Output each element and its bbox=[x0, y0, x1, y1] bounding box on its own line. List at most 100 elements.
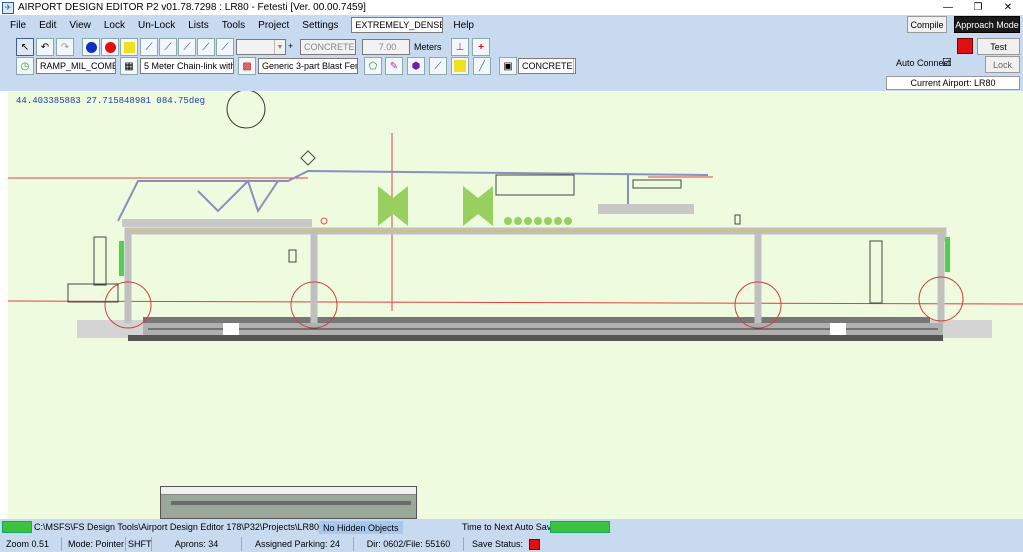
fence-type-select[interactable]: 5 Meter Chain-link with wire ▼ bbox=[140, 58, 234, 74]
trees bbox=[378, 186, 572, 226]
cursor-icon: ↖ bbox=[20, 41, 30, 53]
pentagon-icon: ⬠ bbox=[368, 60, 378, 72]
shift-indicator: SHFT bbox=[128, 537, 152, 551]
test-button[interactable]: Test bbox=[977, 38, 1020, 55]
taxi-line-tool-1[interactable]: ⟋ bbox=[140, 38, 158, 56]
menu-lock[interactable]: Lock bbox=[104, 20, 125, 31]
compile-button[interactable]: Compile bbox=[907, 16, 947, 33]
parking-tool-button[interactable]: ◷ bbox=[16, 57, 34, 75]
plus-icon[interactable]: + bbox=[288, 41, 293, 51]
blue-node-button[interactable] bbox=[82, 38, 100, 56]
taxi-path bbox=[197, 179, 279, 214]
blast-fence-tool-button[interactable]: ▩ bbox=[238, 57, 256, 75]
apron bbox=[122, 219, 312, 227]
menu-tools[interactable]: Tools bbox=[222, 20, 245, 31]
line-tool-button[interactable]: ⟋ bbox=[429, 57, 447, 75]
save-status-indicator bbox=[529, 538, 541, 550]
building bbox=[869, 240, 883, 304]
taxi-line-tool-3[interactable]: ⟋ bbox=[178, 38, 196, 56]
restore-button[interactable]: ❐ bbox=[963, 0, 993, 15]
chevron-down-icon: ▼ bbox=[354, 40, 355, 54]
title-bar: ✈ AIRPORT DESIGN EDITOR P2 v01.78.7298 :… bbox=[0, 0, 1023, 15]
minimap-toolbar bbox=[161, 487, 416, 495]
taxi-name-select[interactable]: ▼ bbox=[236, 39, 286, 55]
density-select[interactable]: EXTREMELY_DENSE ▼ bbox=[351, 17, 444, 33]
taxi-line-tool-2[interactable]: ⟋ bbox=[159, 38, 177, 56]
ruler-button[interactable]: ⊥ bbox=[451, 38, 469, 56]
menu-help[interactable]: Help bbox=[453, 20, 474, 31]
pen-icon: ✎ bbox=[389, 60, 399, 72]
parking-spots bbox=[119, 237, 950, 276]
minimap[interactable] bbox=[160, 486, 417, 519]
ramp-type-select[interactable]: RAMP_MIL_COMBAT ▼ bbox=[36, 58, 116, 74]
checker-icon: ▩ bbox=[242, 60, 252, 72]
status-indicator bbox=[957, 38, 973, 54]
building bbox=[93, 236, 107, 286]
apron-surface-select[interactable]: CONCRETE ▼ bbox=[518, 58, 576, 74]
menu-edit[interactable]: Edit bbox=[39, 20, 56, 31]
hexagon-tool-button[interactable]: ⬢ bbox=[407, 57, 425, 75]
building bbox=[734, 214, 741, 225]
runway-marking bbox=[830, 323, 846, 335]
menu-file[interactable]: File bbox=[10, 20, 26, 31]
menu-view[interactable]: View bbox=[69, 20, 91, 31]
window-title: AIRPORT DESIGN EDITOR P2 v01.78.7298 : L… bbox=[18, 2, 366, 13]
menu-project[interactable]: Project bbox=[258, 20, 289, 31]
status-bar-bottom: Zoom 0.51 Mode: Pointer SHFT Aprons: 34 … bbox=[0, 536, 1023, 552]
apron-icon: ▣ bbox=[503, 60, 513, 72]
menu-lists[interactable]: Lists bbox=[188, 20, 209, 31]
parallel-taxiway bbox=[124, 227, 947, 241]
menu-unlock[interactable]: Un-Lock bbox=[138, 20, 175, 31]
ramp-type-value: RAMP_MIL_COMBAT bbox=[40, 61, 115, 71]
vertex-tool-button[interactable]: ✎ bbox=[385, 57, 403, 75]
aprons-count: Aprons: 34 bbox=[152, 537, 242, 551]
line-tool-icon: ⟋ bbox=[221, 41, 229, 53]
redo-button[interactable]: ↷ bbox=[56, 38, 74, 56]
apron-tool-button[interactable]: ▣ bbox=[499, 57, 517, 75]
fence-type-value: 5 Meter Chain-link with wire bbox=[144, 61, 234, 71]
minimize-button[interactable]: — bbox=[933, 0, 963, 15]
red-node-icon bbox=[104, 41, 116, 53]
runway-marking bbox=[223, 323, 239, 335]
red-node-button[interactable] bbox=[101, 38, 119, 56]
close-button[interactable]: ✕ bbox=[993, 0, 1023, 15]
line-tool-icon: ⟋ bbox=[164, 41, 172, 53]
mode-indicator: Mode: Pointer bbox=[62, 537, 126, 551]
diagonal-tool-button[interactable]: ╱ bbox=[473, 57, 491, 75]
yellow-node-button[interactable] bbox=[120, 38, 138, 56]
density-value: EXTREMELY_DENSE bbox=[355, 20, 444, 30]
diagonal-icon: ╱ bbox=[478, 60, 486, 72]
map-canvas[interactable]: 44.403385883 27.715848981 084.75deg bbox=[8, 91, 1023, 519]
width-value: 7.00 bbox=[378, 42, 397, 52]
airport-layout[interactable] bbox=[8, 91, 1023, 519]
surface-select[interactable]: CONCRETE ▼ bbox=[300, 39, 356, 55]
blast-fence-select[interactable]: Generic 3-part Blast Fence ▼ bbox=[258, 58, 358, 74]
parking-count: Assigned Parking: 24 bbox=[242, 537, 354, 551]
hidden-objects-badge[interactable]: No Hidden Objects bbox=[319, 521, 403, 534]
width-input[interactable]: 7.00 bbox=[362, 39, 410, 55]
marker bbox=[300, 150, 316, 166]
undo-button[interactable]: ↶ bbox=[36, 38, 54, 56]
grid-icon: ▦ bbox=[124, 60, 134, 72]
building bbox=[632, 179, 682, 189]
add-marker-button[interactable]: + bbox=[472, 38, 490, 56]
building bbox=[67, 283, 119, 303]
status-bar-top: C:\MSFS\FS Design Tools\Airport Design E… bbox=[0, 519, 1023, 536]
auto-connect-checkbox[interactable]: ☑ bbox=[942, 56, 952, 69]
blast-fence-value: Generic 3-part Blast Fence bbox=[262, 61, 357, 71]
fence-tool-button[interactable]: ▦ bbox=[120, 57, 138, 75]
lock-button[interactable]: Lock bbox=[985, 56, 1020, 73]
taxi-line-tool-4[interactable]: ⟋ bbox=[197, 38, 215, 56]
chevron-down-icon: ▼ bbox=[274, 40, 285, 54]
approach-mode-button[interactable]: Approach Mode bbox=[954, 16, 1020, 33]
menu-settings[interactable]: Settings bbox=[302, 20, 338, 31]
current-airport-label: Current Airport: LR80 bbox=[886, 76, 1020, 90]
menu-bar: File Edit View Lock Un-Lock Lists Tools … bbox=[10, 17, 487, 33]
polygon-tool-button[interactable]: ⬠ bbox=[364, 57, 382, 75]
yellow-area-button[interactable] bbox=[451, 57, 469, 75]
taxi-line-tool-5[interactable]: ⟋ bbox=[216, 38, 234, 56]
apron bbox=[598, 204, 694, 214]
pointer-tool-button[interactable]: ↖ bbox=[16, 38, 34, 56]
line-tool-icon: ⟋ bbox=[434, 60, 442, 72]
runway-edge bbox=[143, 317, 930, 323]
